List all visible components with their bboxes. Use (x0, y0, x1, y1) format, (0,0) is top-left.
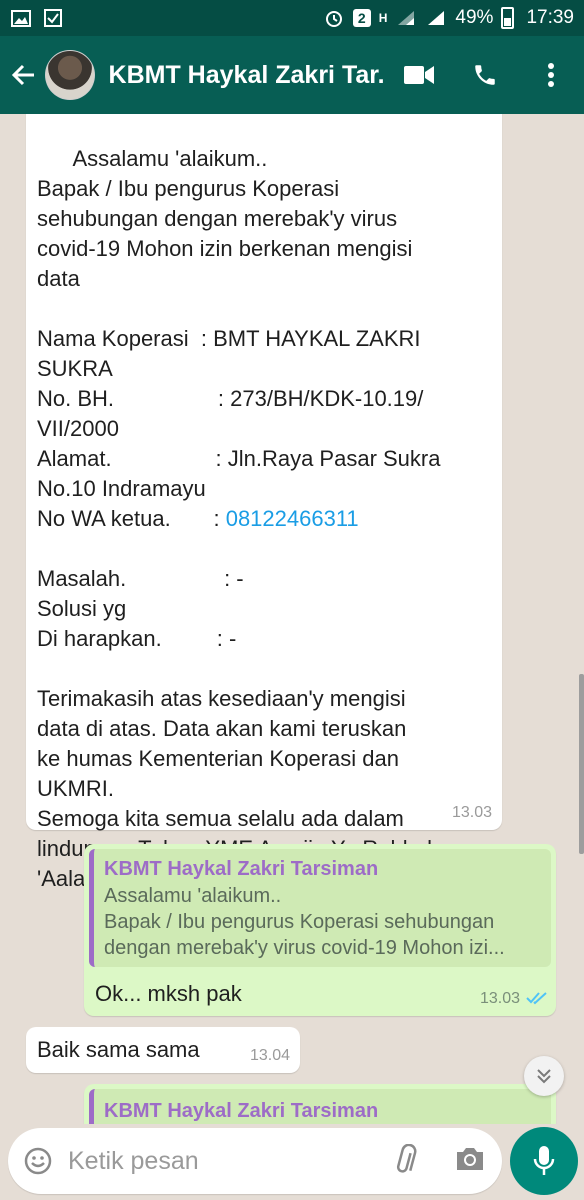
phone-link[interactable]: 08122466311 (226, 506, 359, 531)
scroll-to-bottom-button[interactable] (524, 1056, 564, 1096)
message-text: Assalamu 'alaikum.. Bapak / Ibu pengurus… (37, 146, 441, 531)
attach-button[interactable] (390, 1143, 424, 1183)
incoming-message[interactable]: Assalamu 'alaikum.. Bapak / Ibu pengurus… (26, 114, 502, 891)
message-text-continued: Masalah. : - Solusi yg Di harapkan. : - … (37, 566, 432, 891)
emoji-button[interactable] (8, 1128, 68, 1194)
message-input-placeholder: Ketik pesan (68, 1146, 199, 1175)
quoted-author: KBMT Haykal Zakri Tarsiman (104, 1100, 379, 1122)
checkbox-icon (42, 8, 64, 28)
alarm-icon (323, 8, 345, 28)
avatar[interactable] (45, 50, 95, 100)
battery-icon (501, 7, 515, 29)
message-list[interactable]: Assalamu 'alaikum.. Bapak / Ibu pengurus… (0, 114, 584, 1124)
incoming-message[interactable]: Baik sama sama 13.04 (26, 1027, 300, 1073)
outgoing-message[interactable]: KBMT Haykal Zakri Tarsiman Assalamu 'ala… (84, 844, 556, 1016)
image-icon (10, 8, 32, 28)
signal-icon (425, 8, 447, 28)
video-camera-icon (404, 66, 434, 84)
camera-icon (457, 1148, 483, 1170)
network-type: H (378, 11, 388, 25)
arrow-left-icon (11, 64, 34, 86)
chat-header: KBMT Haykal Zakri Tar... (0, 36, 584, 114)
wifi-icon (395, 8, 417, 28)
chat-title[interactable]: KBMT Haykal Zakri Tar... (109, 61, 386, 90)
quoted-text: Assalamu 'alaikum.. Bapak / Ibu pengurus… (104, 885, 505, 959)
message-time: 13.03 (479, 990, 520, 1007)
video-call-button[interactable] (386, 36, 452, 114)
more-options-button[interactable] (518, 36, 584, 114)
outgoing-message[interactable]: KBMT Haykal Zakri Tarsiman (84, 1084, 556, 1124)
notification-count-badge: 2 (352, 9, 371, 27)
message-text: Baik sama sama (37, 1037, 200, 1062)
quoted-message[interactable]: KBMT Haykal Zakri Tarsiman Assalamu 'ala… (89, 849, 551, 967)
read-double-check-icon (526, 992, 547, 1005)
voice-message-button[interactable] (510, 1127, 578, 1195)
message-text-phone-prefix: : (170, 506, 226, 531)
paperclip-icon (396, 1143, 417, 1173)
message-time: 13.03 (451, 804, 492, 821)
message-time: 13.04 (249, 1047, 290, 1064)
more-vertical-icon (548, 63, 554, 87)
scrollbar[interactable] (579, 674, 584, 854)
composer: Ketik pesan (0, 1124, 584, 1200)
message-input[interactable]: Ketik pesan (8, 1128, 502, 1194)
quoted-author: KBMT Haykal Zakri Tarsiman (104, 858, 379, 880)
camera-button[interactable] (454, 1144, 486, 1179)
voice-call-button[interactable] (452, 36, 518, 114)
message-text: Ok... mksh pak (95, 981, 242, 1006)
battery-percent: 49% (455, 7, 494, 28)
phone-icon (475, 65, 495, 85)
microphone-icon (533, 1146, 555, 1175)
emoji-icon (24, 1147, 52, 1175)
clock: 17:39 (526, 7, 574, 28)
back-button[interactable] (2, 36, 45, 114)
quoted-message[interactable]: KBMT Haykal Zakri Tarsiman (89, 1089, 551, 1124)
status-bar: 2 H 49% 17:39 (0, 0, 584, 36)
chevron-double-down-icon (537, 1069, 551, 1084)
